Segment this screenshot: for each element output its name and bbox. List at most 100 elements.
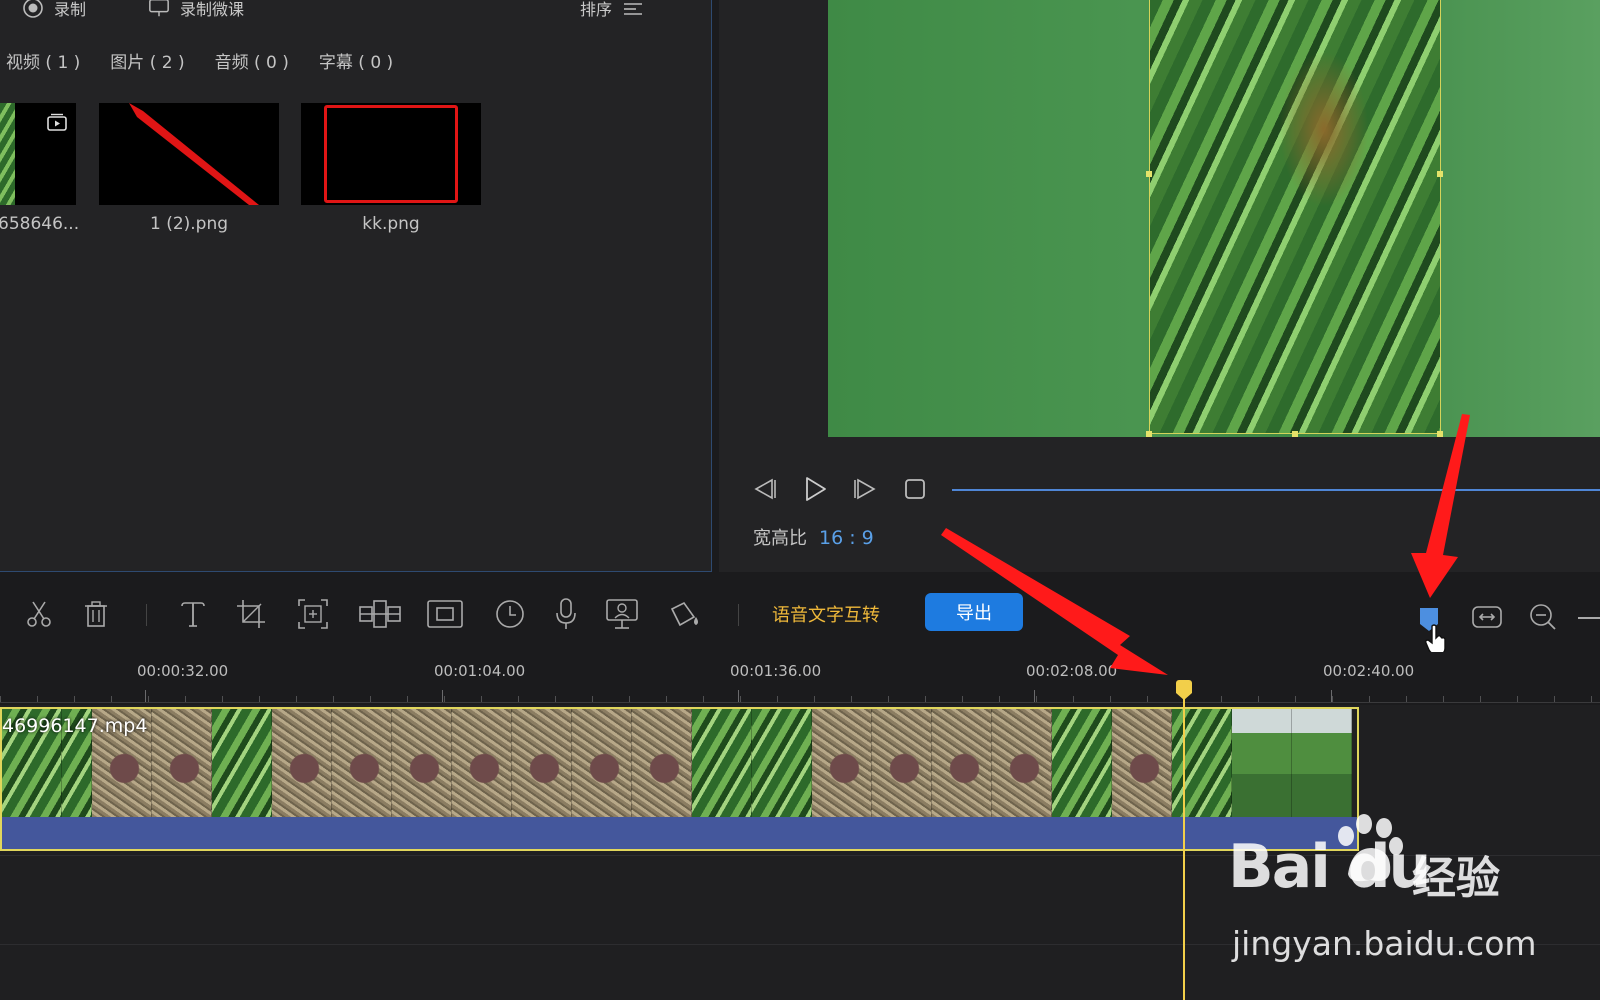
freeze-frame-button[interactable] (425, 594, 465, 634)
next-frame-icon (854, 478, 876, 500)
text-button[interactable] (173, 594, 213, 634)
sort-button[interactable]: 排序 (580, 0, 644, 20)
sort-icon (622, 0, 644, 19)
media-type-tabs: 视频 ( 1 ) 图片 ( 2 ) 音频 ( 0 ) 字幕 ( 0 ) (6, 48, 393, 73)
play-icon (806, 477, 826, 501)
presenter-icon (606, 599, 638, 629)
cut-icon (27, 601, 51, 627)
preview-canvas (828, 0, 1600, 437)
clip-frames (2, 709, 1357, 817)
video-clip[interactable]: 46996147.mp4 (0, 707, 1359, 851)
resize-handle[interactable] (1437, 431, 1443, 437)
clock-icon (496, 600, 524, 628)
media-item-label: kk.png (362, 214, 420, 234)
clip-frame (812, 709, 872, 817)
media-item-image-2[interactable] (301, 103, 481, 205)
record-label: 录制 (54, 0, 87, 19)
ruler-tick-label: 00:01:04.00 (434, 662, 526, 680)
media-item-image-1[interactable] (99, 103, 279, 205)
red-frame-thumbnail-image (324, 105, 458, 203)
voiceover-button[interactable] (546, 594, 586, 634)
zoom-frame-icon (298, 599, 328, 629)
playback-controls (751, 475, 929, 503)
watermark-jingyan: 经验 (1412, 853, 1500, 904)
tab-subtitles[interactable]: 字幕 ( 0 ) (319, 48, 393, 73)
audio-waveform (2, 817, 1357, 849)
watermark-url: jingyan.baidu.com (1232, 924, 1537, 963)
media-item-label: 658646... (0, 214, 80, 234)
toolbar-divider (146, 604, 147, 626)
fill-color-button[interactable] (665, 594, 705, 634)
clip-filename: 46996147.mp4 (2, 715, 148, 737)
ruler-major-tick (1331, 690, 1332, 702)
mosaic-button[interactable] (356, 594, 404, 634)
media-item-video[interactable] (0, 103, 76, 205)
crop-button[interactable] (231, 594, 271, 634)
tab-audio[interactable]: 音频 ( 0 ) (215, 48, 289, 73)
screen-record-icon (148, 0, 170, 19)
aspect-ratio-value[interactable]: 16 : 9 (819, 527, 874, 549)
clip-frame (452, 709, 512, 817)
playhead-line[interactable] (1183, 698, 1185, 1000)
clip-frame (332, 709, 392, 817)
ruler-tick-label: 00:00:32.00 (137, 662, 229, 680)
clip-frame (212, 709, 272, 817)
clip-frame (692, 709, 752, 817)
clip-frame (1052, 709, 1112, 817)
ruler-major-tick (442, 690, 443, 702)
resize-handle[interactable] (1292, 431, 1298, 437)
play-button[interactable] (801, 475, 829, 503)
mosaic-icon (359, 600, 401, 628)
playback-progress-bar[interactable] (952, 489, 1600, 491)
prev-frame-icon (754, 478, 776, 500)
fit-timeline-button[interactable] (1470, 600, 1504, 634)
paint-bucket-icon (670, 601, 698, 627)
tab-video[interactable]: 视频 ( 1 ) (6, 48, 80, 73)
next-frame-button[interactable] (851, 475, 879, 503)
aspect-ratio-label: 宽高比 (753, 528, 807, 549)
preview-panel: 宽高比 16 : 9 (719, 0, 1600, 572)
speech-to-text-button[interactable]: 语音文字互转 (772, 601, 880, 627)
video-thumbnail-image (0, 103, 15, 205)
pip-button[interactable] (602, 594, 642, 634)
edit-toolbar: 语音文字互转 导出 (0, 580, 1600, 650)
stop-button[interactable] (901, 475, 929, 503)
clip-frame (572, 709, 632, 817)
clip-frame (512, 709, 572, 817)
zoom-out-button[interactable] (1526, 600, 1560, 634)
ruler-baseline (0, 702, 1600, 703)
resize-handle[interactable] (1146, 171, 1152, 177)
clip-frame (872, 709, 932, 817)
clip-frame (992, 709, 1052, 817)
record-lesson-button[interactable]: 录制微课 (148, 0, 244, 20)
clip-frame (1292, 709, 1352, 817)
media-library-panel: 录制 录制微课 排序 视频 ( 1 ) 图片 ( 2 ) 音频 ( 0 ) 字幕… (0, 0, 712, 572)
ruler-tick-label: 00:02:08.00 (1026, 662, 1118, 680)
tab-images[interactable]: 图片 ( 2 ) (110, 48, 184, 73)
microphone-icon (556, 598, 576, 629)
resize-handle[interactable] (1146, 431, 1152, 437)
zoom-slider[interactable] (1578, 617, 1600, 619)
media-item-label: 1 (2).png (149, 214, 229, 234)
clip-frame (1172, 709, 1232, 817)
preview-clip-frame[interactable] (1149, 0, 1441, 434)
speed-button[interactable] (490, 594, 530, 634)
export-button[interactable]: 导出 (925, 593, 1023, 631)
clip-frame (392, 709, 452, 817)
timeline-ruler[interactable]: 00:00:32.00 00:01:04.00 00:01:36.00 00:0… (0, 652, 1600, 704)
cut-button[interactable] (19, 594, 59, 634)
delete-button[interactable] (76, 594, 116, 634)
clip-frame (1232, 709, 1292, 817)
toolbar-divider (738, 604, 739, 626)
fit-width-icon (1472, 606, 1502, 628)
clip-frame (272, 709, 332, 817)
crop-icon (237, 600, 265, 628)
aspect-ratio: 宽高比 16 : 9 (753, 524, 874, 550)
baidu-watermark: Bai du 经验 jingyan.baidu.com (1228, 814, 1578, 972)
stop-icon (905, 479, 925, 499)
delete-icon (85, 601, 107, 627)
resize-handle[interactable] (1437, 171, 1443, 177)
zoom-frame-button[interactable] (293, 594, 333, 634)
prev-frame-button[interactable] (751, 475, 779, 503)
record-button[interactable]: 录制 (22, 0, 86, 20)
